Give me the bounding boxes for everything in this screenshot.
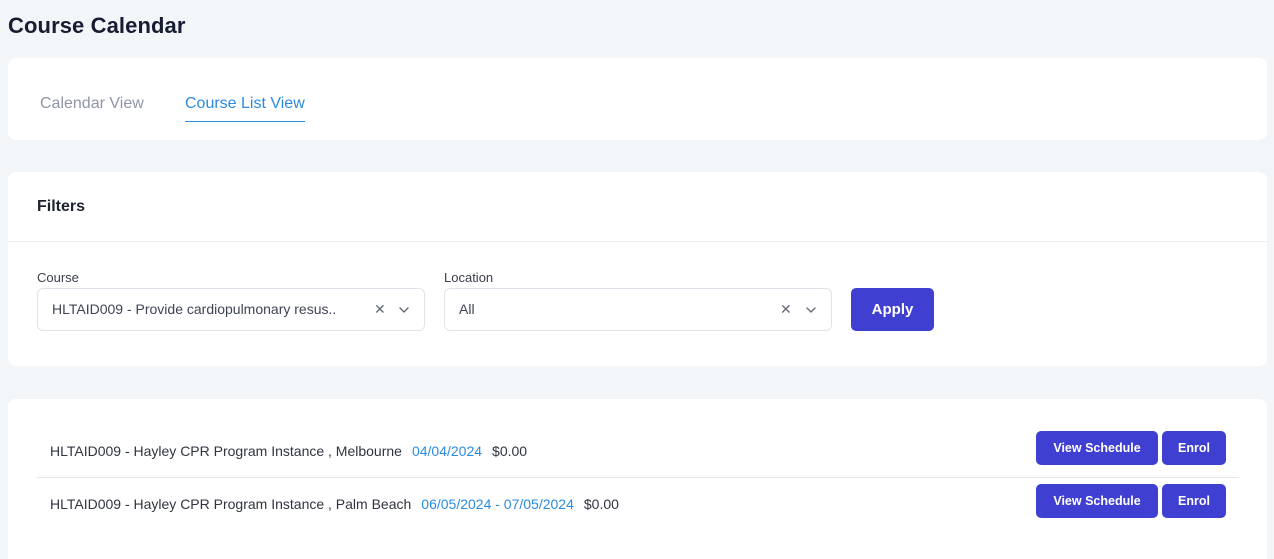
course-select-value: HLTAID009 - Provide cardiopulmonary resu… [52, 301, 337, 317]
list-item: HLTAID009 - Hayley CPR Program Instance … [37, 425, 1239, 478]
location-label: Location [444, 270, 494, 285]
page-title: Course Calendar [8, 13, 186, 38]
course-date: 06/05/2024 - 07/05/2024 [421, 496, 574, 512]
location-select-value: All [459, 301, 475, 317]
view-schedule-button[interactable]: View Schedule [1036, 484, 1158, 518]
list-item: HLTAID009 - Hayley CPR Program Instance … [37, 478, 1239, 531]
course-instance-name: HLTAID009 - Hayley CPR Program Instance … [50, 443, 402, 459]
tab-calendar-view[interactable]: Calendar View [40, 95, 144, 113]
course-price: $0.00 [583, 496, 619, 512]
course-list-card: HLTAID009 - Hayley CPR Program Instance … [8, 399, 1267, 559]
close-icon[interactable]: ✕ [780, 301, 792, 318]
view-schedule-button[interactable]: View Schedule [1036, 431, 1158, 465]
course-select[interactable]: HLTAID009 - Provide cardiopulmonary resu… [37, 288, 425, 331]
enrol-button[interactable]: Enrol [1162, 431, 1226, 465]
view-tabs-card: Calendar View Course List View [8, 58, 1267, 140]
course-date: 04/04/2024 [411, 443, 483, 459]
filters-title: Filters [8, 172, 1267, 242]
location-select[interactable]: All ✕ [444, 288, 832, 331]
course-label: Course [37, 270, 79, 285]
tab-course-list-view[interactable]: Course List View [185, 95, 305, 122]
filters-card: Filters Course HLTAID009 - Provide cardi… [8, 172, 1267, 366]
enrol-button[interactable]: Enrol [1162, 484, 1226, 518]
apply-button[interactable]: Apply [851, 288, 934, 331]
course-instance-name: HLTAID009 - Hayley CPR Program Instance … [50, 496, 412, 512]
course-price: $0.00 [492, 443, 528, 459]
chevron-down-icon[interactable] [805, 304, 817, 316]
chevron-down-icon[interactable] [398, 304, 410, 316]
close-icon[interactable]: ✕ [374, 301, 386, 318]
